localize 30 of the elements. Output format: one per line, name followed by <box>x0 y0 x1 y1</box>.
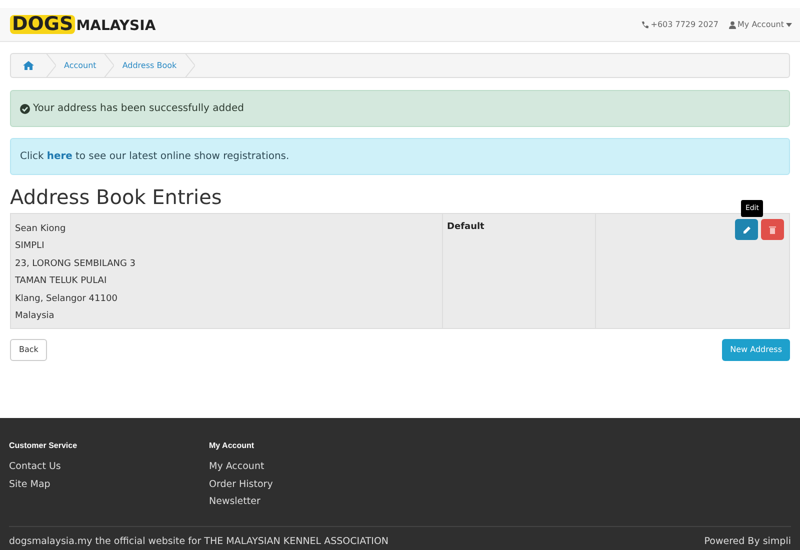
footer-link[interactable]: Contact Us <box>9 458 209 476</box>
footer-heading: My Account <box>209 440 256 452</box>
back-button[interactable]: Back <box>10 339 48 361</box>
breadcrumb-link[interactable]: Address Book <box>114 60 185 72</box>
user-icon <box>728 20 736 28</box>
account-menu[interactable]: My Account <box>728 18 792 30</box>
caret-icon <box>786 22 792 26</box>
trash-icon <box>769 226 776 234</box>
footer-link[interactable]: Order History <box>209 476 409 493</box>
edit-button[interactable] <box>735 219 758 240</box>
info-text: to see our latest online show registrations. <box>75 150 290 164</box>
info-text: Click <box>20 150 44 164</box>
footer-heading: Customer Service <box>9 440 78 452</box>
success-message: Your address has been successfully added <box>33 102 244 116</box>
here-link[interactable]: here <box>46 149 72 164</box>
footer-link[interactable]: My Account <box>209 458 409 476</box>
page-heading: Address Book Entries <box>10 185 222 209</box>
home-icon <box>23 61 34 70</box>
powered-by-text: Powered By simpli <box>704 536 791 548</box>
check-circle-icon <box>20 104 30 114</box>
delete-button[interactable] <box>761 219 784 240</box>
logo[interactable]: DOGS MALAYSIA <box>10 15 156 34</box>
pencil-icon <box>742 226 750 234</box>
phone-icon <box>640 20 649 28</box>
footer-link[interactable]: Newsletter <box>209 493 409 510</box>
footer-link[interactable]: Site Map <box>9 476 209 493</box>
phone-number: +603 7729 2027 <box>650 18 719 30</box>
copyright-text: dogsmalaysia.my the official website for THE MALAYSIAN KENNEL ASSOCIATION <box>9 536 389 548</box>
status-cell: Default <box>443 214 596 328</box>
address-cell: Sean Kiong SIMPLI 23, LORONG SEMBILANG 3 TAMAN TELUK PULAI Klang, Selangor 41100 Malaysia <box>11 214 443 328</box>
